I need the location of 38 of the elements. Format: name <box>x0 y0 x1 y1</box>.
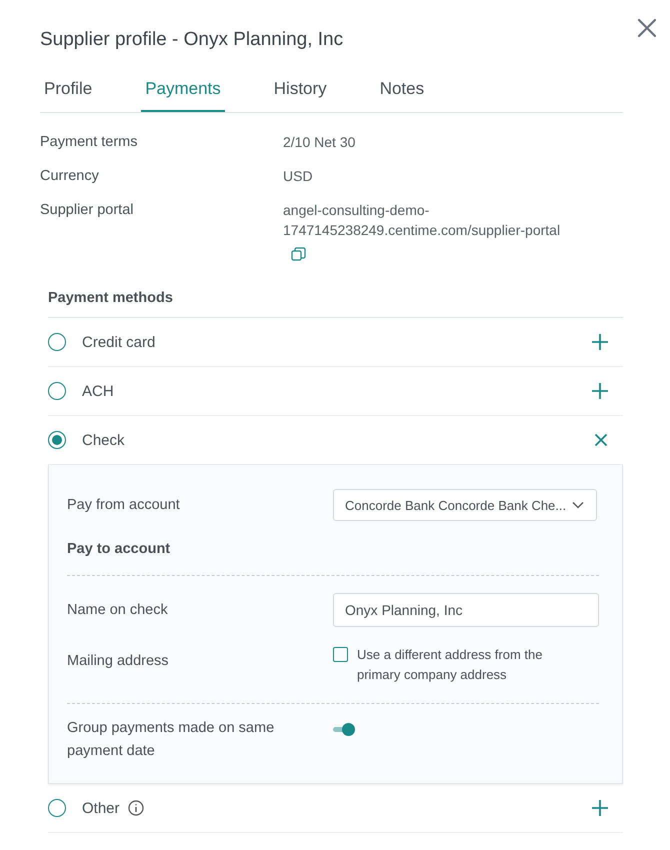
method-label: Check <box>82 432 125 448</box>
radio-button[interactable] <box>48 431 66 449</box>
checkbox-label: Use a different address from the primary company address <box>357 646 544 684</box>
radio-button[interactable] <box>48 333 66 351</box>
field-label: Currency <box>40 168 100 186</box>
method-label: ACH <box>82 382 114 400</box>
name-input[interactable]: Onyx Planning, Inc <box>333 593 599 627</box>
close-icon[interactable] <box>637 18 657 38</box>
section-heading: Payment methods <box>48 290 623 318</box>
toggle-switch[interactable] <box>333 723 355 736</box>
method-label: Credit card <box>82 334 156 350</box>
method-label: Other <box>82 800 120 816</box>
tab[interactable]: Profile <box>40 79 96 112</box>
close-icon[interactable] <box>594 433 608 447</box>
section-heading: Pay to account <box>67 541 172 557</box>
plus-icon[interactable] <box>592 383 608 399</box>
info-icon[interactable] <box>128 800 144 816</box>
field-label: Payment terms <box>40 134 138 152</box>
field-label: Supplier portal <box>40 202 134 220</box>
field-label: Name on check <box>67 602 169 618</box>
radio-button[interactable] <box>48 799 66 817</box>
chevron-down-icon <box>572 501 584 509</box>
field-label: Pay from account <box>67 497 181 513</box>
copy-icon[interactable] <box>291 247 306 262</box>
radio-button[interactable] <box>48 382 66 400</box>
field-label: Group payments made on same payment date <box>67 719 276 761</box>
checkbox[interactable] <box>333 647 348 662</box>
field-value: 2/10 Net 30 <box>283 133 356 152</box>
field-label: Mailing address <box>67 653 170 669</box>
plus-icon[interactable] <box>592 334 608 350</box>
plus-icon[interactable] <box>592 800 608 816</box>
tab[interactable]: Payments <box>141 79 225 112</box>
tab[interactable]: Notes <box>376 79 428 112</box>
account-dropdown[interactable]: Concorde Bank Concorde Bank Che... <box>333 489 597 521</box>
field-value: USD <box>283 167 313 186</box>
tab[interactable]: History <box>270 79 331 112</box>
field-value: angel-consulting-demo-1747145238249.centime.com/supplier-portal <box>283 201 562 240</box>
dialog-title: Supplier profile - Onyx Planning, Inc <box>40 29 344 51</box>
